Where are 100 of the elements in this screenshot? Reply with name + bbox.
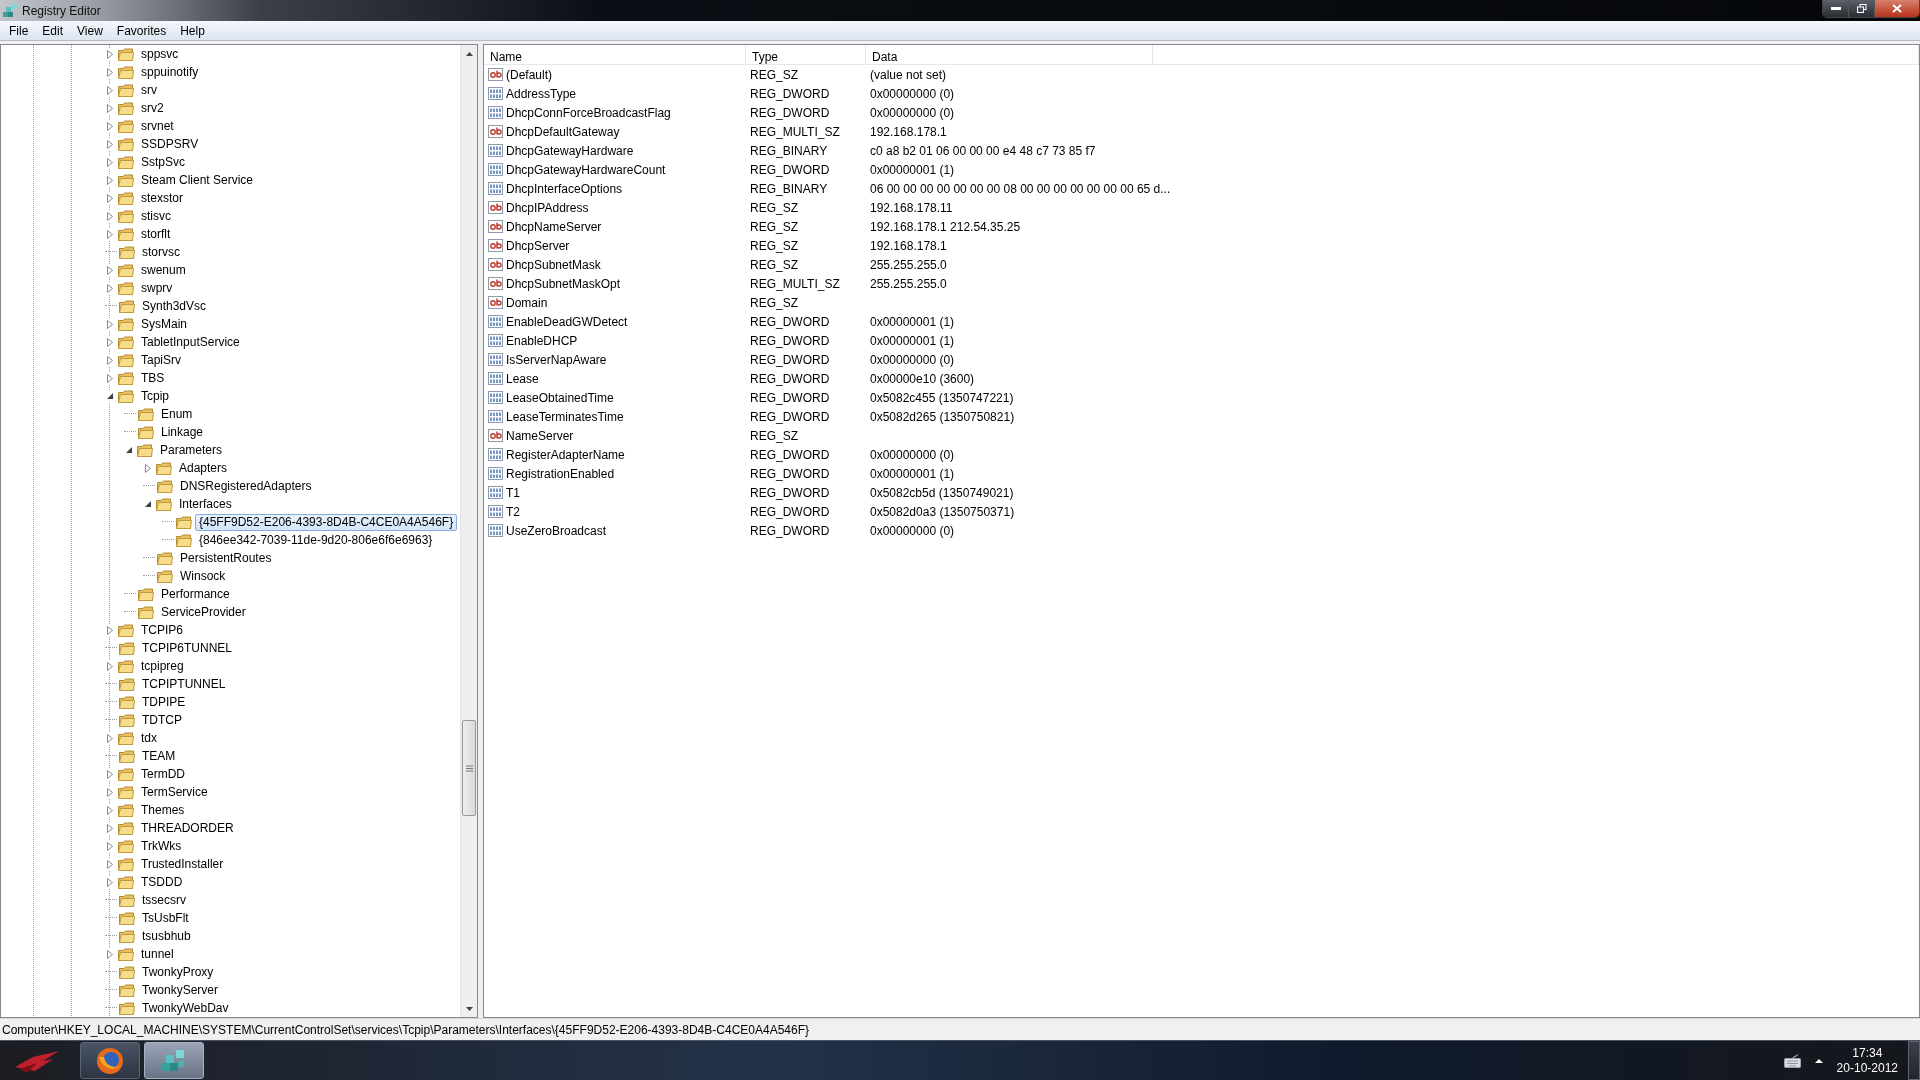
menu-item[interactable]: Help bbox=[173, 20, 212, 41]
value-name[interactable]: DhcpSubnetMaskOpt bbox=[506, 274, 621, 293]
tree-item[interactable]: storvsc bbox=[138, 243, 184, 261]
tree-item[interactable]: Winsock bbox=[176, 567, 230, 585]
tree-item[interactable]: stexstor bbox=[137, 189, 187, 207]
tree-item[interactable]: Interfaces bbox=[175, 495, 236, 513]
column-header[interactable]: Name bbox=[484, 45, 746, 65]
value-name[interactable]: AddressType bbox=[506, 84, 577, 103]
tree-item[interactable]: TCPIP6TUNNEL bbox=[138, 639, 237, 657]
value-name[interactable]: LeaseObtainedTime bbox=[506, 388, 614, 407]
value-data: 192.168.178.11 bbox=[870, 199, 953, 217]
value-name[interactable]: Domain bbox=[506, 293, 548, 312]
tree-item[interactable]: Parameters bbox=[156, 441, 227, 459]
tree-item[interactable]: TwonkyProxy bbox=[138, 963, 218, 981]
value-name[interactable]: DhcpServer bbox=[506, 236, 570, 255]
value-name[interactable]: UseZeroBroadcast bbox=[506, 521, 607, 540]
minimize-button[interactable] bbox=[1823, 0, 1849, 17]
tree-item[interactable]: SysMain bbox=[137, 315, 191, 333]
tree-item[interactable]: Steam Client Service bbox=[137, 171, 258, 189]
tree-item[interactable]: Linkage bbox=[157, 423, 208, 441]
scrollbar[interactable] bbox=[460, 45, 477, 1017]
tree-item[interactable]: DNSRegisteredAdapters bbox=[176, 477, 316, 495]
taskbar-button[interactable] bbox=[144, 1042, 204, 1079]
value-name[interactable]: DhcpInterfaceOptions bbox=[506, 179, 623, 198]
tree-item[interactable]: TrkWks bbox=[137, 837, 186, 855]
tree-item[interactable]: srv bbox=[137, 81, 161, 99]
tree-item[interactable]: stisvc bbox=[137, 207, 175, 225]
value-name[interactable]: Lease bbox=[506, 369, 539, 388]
clock-date[interactable]: 20-10-2012 bbox=[1836, 1060, 1898, 1076]
clock-time[interactable]: 17:34 bbox=[1852, 1045, 1883, 1061]
value-name[interactable]: DhcpIPAddress bbox=[506, 198, 589, 217]
tree-item[interactable]: tssecsrv bbox=[138, 891, 190, 909]
value-type: REG_DWORD bbox=[750, 522, 830, 540]
tree-item[interactable]: {846ee342-7039-11de-9d20-806e6f6e6963} bbox=[195, 531, 437, 549]
value-name[interactable]: RegistrationEnabled bbox=[506, 464, 615, 483]
tree-item[interactable]: Enum bbox=[157, 405, 197, 423]
tree-item[interactable]: swenum bbox=[137, 261, 190, 279]
tree-item[interactable]: swprv bbox=[137, 279, 177, 297]
tree-item[interactable]: srvnet bbox=[137, 117, 178, 135]
tree-item[interactable]: TEAM bbox=[138, 747, 180, 765]
tree-item[interactable]: Synth3dVsc bbox=[138, 297, 211, 315]
tree-item[interactable]: TsUsbFlt bbox=[138, 909, 193, 927]
tree-item[interactable]: sppuinotify bbox=[137, 63, 203, 81]
tree-item[interactable]: sppsvc bbox=[137, 45, 183, 63]
value-name[interactable]: IsServerNapAware bbox=[506, 350, 607, 369]
tree-item[interactable]: TCPIPTUNNEL bbox=[138, 675, 230, 693]
tree-item[interactable]: tsusbhub bbox=[138, 927, 195, 945]
value-name[interactable]: DhcpConnForceBroadcastFlag bbox=[506, 103, 671, 122]
tree-item[interactable]: TwonkyWebDav bbox=[138, 999, 233, 1017]
taskbar-button[interactable] bbox=[80, 1042, 140, 1079]
restore-button[interactable] bbox=[1849, 0, 1875, 17]
tree-item[interactable]: TabletInputService bbox=[137, 333, 244, 351]
tree-item[interactable]: TrustedInstaller bbox=[137, 855, 228, 873]
tree-item[interactable]: TDPIPE bbox=[138, 693, 190, 711]
show-desktop-button[interactable] bbox=[1908, 1041, 1920, 1080]
tree-item[interactable]: TBS bbox=[137, 369, 169, 387]
column-header[interactable]: Type bbox=[746, 45, 866, 65]
tree-item[interactable]: storflt bbox=[137, 225, 175, 243]
tree-item[interactable]: TDTCP bbox=[138, 711, 186, 729]
value-name[interactable]: NameServer bbox=[506, 426, 574, 445]
value-name[interactable]: DhcpGatewayHardwareCount bbox=[506, 160, 666, 179]
tree-item[interactable]: SSDPSRV bbox=[137, 135, 203, 153]
tree-item[interactable]: TwonkyServer bbox=[138, 981, 223, 999]
tree-item[interactable]: Themes bbox=[137, 801, 189, 819]
menu-item[interactable]: Favorites bbox=[109, 20, 174, 41]
tree-item[interactable]: Performance bbox=[157, 585, 234, 603]
value-name[interactable]: T2 bbox=[506, 502, 520, 521]
close-button[interactable] bbox=[1875, 0, 1919, 17]
menu-item[interactable]: File bbox=[2, 20, 36, 41]
value-type: REG_SZ bbox=[750, 294, 798, 312]
value-name[interactable]: DhcpSubnetMask bbox=[506, 255, 601, 274]
tree-item[interactable]: tunnel bbox=[137, 945, 178, 963]
menu-item[interactable]: View bbox=[70, 20, 110, 41]
tree-item[interactable]: TapiSrv bbox=[137, 351, 185, 369]
value-name[interactable]: DhcpNameServer bbox=[506, 217, 602, 236]
column-header[interactable]: Data bbox=[866, 45, 1153, 65]
tree-item[interactable]: Tcpip bbox=[137, 387, 173, 405]
tree-item[interactable]: {45FF9D52-E206-4393-8D4B-C4CE0A4A546F} bbox=[195, 513, 458, 531]
menu-item[interactable]: Edit bbox=[35, 20, 71, 41]
value-name[interactable]: DhcpDefaultGateway bbox=[506, 122, 620, 141]
tree-item[interactable]: TCPIP6 bbox=[137, 621, 187, 639]
value-name[interactable]: EnableDHCP bbox=[506, 331, 578, 350]
tree-item[interactable]: ServiceProvider bbox=[157, 603, 250, 621]
tree-item[interactable]: SstpSvc bbox=[137, 153, 189, 171]
tree-item[interactable]: TSDDD bbox=[137, 873, 187, 891]
tree-item[interactable]: tdx bbox=[137, 729, 161, 747]
tree-item[interactable]: PersistentRoutes bbox=[176, 549, 276, 567]
tree-item[interactable]: Adapters bbox=[175, 459, 232, 477]
scrollbar-thumb[interactable] bbox=[462, 720, 476, 816]
tree-item[interactable]: TermService bbox=[137, 783, 212, 801]
value-name[interactable]: T1 bbox=[506, 483, 520, 502]
tree-item[interactable]: tcpipreg bbox=[137, 657, 188, 675]
value-name[interactable]: LeaseTerminatesTime bbox=[506, 407, 624, 426]
tree-item[interactable]: TermDD bbox=[137, 765, 189, 783]
tree-item[interactable]: THREADORDER bbox=[137, 819, 238, 837]
value-name[interactable]: DhcpGatewayHardware bbox=[506, 141, 634, 160]
value-name[interactable]: (Default) bbox=[506, 65, 552, 84]
value-name[interactable]: RegisterAdapterName bbox=[506, 445, 625, 464]
value-name[interactable]: EnableDeadGWDetect bbox=[506, 312, 628, 331]
tree-item[interactable]: srv2 bbox=[137, 99, 168, 117]
